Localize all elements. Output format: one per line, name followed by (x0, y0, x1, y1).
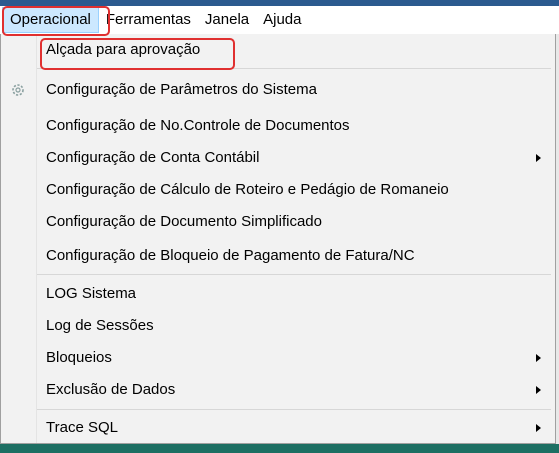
gear-icon (10, 82, 26, 98)
menu-item-label: Configuração de Cálculo de Roteiro e Ped… (46, 181, 449, 198)
submenu-arrow-icon (536, 354, 541, 362)
submenu-arrow-icon (536, 386, 541, 394)
menu-item-label: Bloqueios (46, 349, 112, 366)
menu-item-config-calculo-roteiro[interactable]: Configuração de Cálculo de Roteiro e Ped… (1, 174, 555, 206)
menu-item-label: Configuração de Parâmetros do Sistema (46, 81, 317, 98)
menu-item-config-parametros-sistema[interactable]: Configuração de Parâmetros do Sistema (1, 74, 555, 106)
menu-janela[interactable]: Janela (198, 7, 256, 33)
menu-item-label: Trace SQL (46, 419, 118, 436)
background-window-strip (0, 444, 559, 453)
menu-item-config-documento-simplificado[interactable]: Configuração de Documento Simplificado (1, 206, 555, 238)
menu-item-label: Log de Sessões (46, 317, 154, 334)
menu-item-label: LOG Sistema (46, 285, 137, 302)
menu-item-config-bloqueio-pagamento[interactable]: Configuração de Bloqueio de Pagamento de… (1, 240, 555, 272)
menu-item-trace-sql[interactable]: Trace SQL (1, 412, 555, 444)
menu-separator (37, 274, 551, 275)
menu-operacional[interactable]: Operacional (2, 7, 99, 33)
operacional-dropdown-menu: Alçada para aprovação Configuração de Pa… (0, 34, 556, 444)
menu-item-log-sistema[interactable]: LOG Sistema (1, 278, 555, 310)
menu-item-config-no-controle-documentos[interactable]: Configuração de No.Controle de Documento… (1, 110, 555, 142)
menu-ajuda[interactable]: Ajuda (256, 7, 308, 33)
menu-item-log-sessoes[interactable]: Log de Sessões (1, 310, 555, 342)
menu-item-label: Alçada para aprovação (46, 41, 201, 58)
submenu-arrow-icon (536, 424, 541, 432)
menu-ferramentas[interactable]: Ferramentas (99, 7, 198, 33)
menu-bar: Operacional Ferramentas Janela Ajuda (0, 6, 559, 35)
menu-item-exclusao-dados[interactable]: Exclusão de Dados (1, 374, 555, 406)
menu-separator (37, 409, 551, 410)
menu-item-label: Configuração de Bloqueio de Pagamento de… (46, 247, 415, 264)
menu-separator (37, 68, 551, 69)
menu-item-label: Configuração de No.Controle de Documento… (46, 117, 350, 134)
menu-item-label: Configuração de Documento Simplificado (46, 213, 322, 230)
menu-item-label: Exclusão de Dados (46, 381, 176, 398)
submenu-arrow-icon (536, 154, 541, 162)
menu-item-bloqueios[interactable]: Bloqueios (1, 342, 555, 374)
menu-item-config-conta-contabil[interactable]: Configuração de Conta Contábil (1, 142, 555, 174)
menu-item-label: Configuração de Conta Contábil (46, 149, 260, 166)
menu-item-alcada-aprovacao[interactable]: Alçada para aprovação (1, 34, 555, 66)
